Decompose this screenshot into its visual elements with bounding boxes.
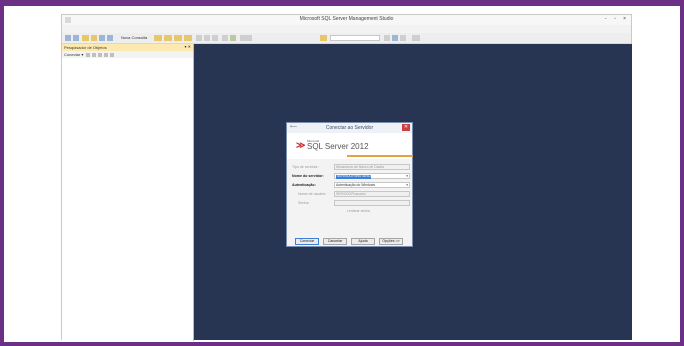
server-name-value: SERVIDOR\INSTANCIA [337, 174, 374, 178]
connect-to-server-dialog: ⟵ Conectar ao Servidor ✕ ≫ Microsoft SQL… [286, 122, 413, 247]
close-icon[interactable]: ✕ [402, 124, 410, 131]
server-type-label: Tipo de servidor: [292, 165, 319, 169]
authentication-select[interactable]: Autenticação do Windows ▾ [334, 182, 410, 188]
authentication-row: Autenticação: Autenticação do Windows ▾ [292, 182, 410, 189]
stop-icon[interactable] [98, 53, 102, 57]
disconnect-icon[interactable] [92, 53, 96, 57]
title-bar: Microsoft SQL Server Management Studio -… [62, 15, 631, 25]
remember-password-checkbox: Lembrar senha [347, 209, 370, 213]
server-type-value: Mecanismo de Banco de Dados [336, 165, 385, 169]
options-button[interactable]: Opções >> [379, 238, 403, 245]
search-input[interactable] [330, 35, 380, 41]
refresh-icon[interactable] [110, 53, 114, 57]
redo-icon[interactable] [230, 35, 236, 41]
server-name-selection: SERVIDOR\INSTANCIA [336, 174, 374, 179]
query-icon-3[interactable] [174, 35, 182, 41]
server-name-combobox[interactable]: SERVIDOR\INSTANCIA ▾ [334, 173, 410, 179]
cancel-button[interactable]: Cancelar [323, 238, 347, 245]
find-icon[interactable] [320, 35, 327, 41]
object-explorer-header: Pesquisador de Objetos ▾ ✕ [62, 44, 193, 51]
connect-dropdown[interactable]: Conectar ▾ [64, 52, 83, 57]
chevron-down-icon[interactable]: ▾ [406, 183, 408, 187]
remember-row: Lembrar senha [292, 209, 410, 216]
username-value: SERVIDOR\usuario [336, 192, 366, 196]
zoom-dropdown[interactable] [240, 35, 252, 41]
connect-button[interactable]: Conectar [295, 238, 319, 245]
save-icon[interactable] [99, 35, 105, 41]
save-all-icon[interactable] [107, 35, 113, 41]
copy-icon[interactable] [204, 35, 210, 41]
server-name-row: Nome do servidor: SERVIDOR\INSTANCIA ▾ [292, 173, 410, 180]
solution-icon[interactable] [392, 35, 398, 41]
panel-pin-icon[interactable]: ▾ ✕ [185, 44, 191, 49]
menu-bar: Arquivo Editar Exibir Ferramentas Janela… [62, 25, 631, 40]
options-icon[interactable] [412, 35, 420, 41]
dialog-buttons: Conectar Cancelar Ajuda Opções >> [291, 238, 411, 246]
brand-sql-server: SQL Server 2012 [307, 142, 369, 151]
query-icon-2[interactable] [164, 35, 172, 41]
dialog-title: Conectar ao Servidor [325, 125, 374, 131]
toolbar: Nova Consulta [62, 33, 631, 44]
username-field: SERVIDOR\usuario [334, 191, 410, 197]
help-button[interactable]: Ajuda [351, 238, 375, 245]
workspace-area [194, 44, 632, 340]
object-explorer-toolbar: Conectar ▾ [62, 51, 193, 58]
filter-icon[interactable] [104, 53, 108, 57]
password-field [334, 200, 410, 206]
authentication-value: Autenticação do Windows [336, 183, 376, 187]
forward-icon[interactable] [73, 35, 79, 41]
chevron-down-icon[interactable]: ▾ [406, 174, 408, 178]
authentication-label: Autenticação: [292, 183, 316, 187]
server-type-select: Mecanismo de Banco de Dados [334, 164, 410, 170]
server-name-label: Nome do servidor: [292, 174, 324, 178]
properties-icon[interactable] [384, 35, 390, 41]
username-label: Nome de usuário: [298, 192, 327, 196]
back-icon[interactable] [65, 35, 71, 41]
object-explorer-title: Pesquisador de Objetos [64, 45, 107, 50]
username-row: Nome de usuário: SERVIDOR\usuario [292, 191, 410, 198]
banner-swoosh [347, 155, 413, 157]
cut-icon[interactable] [196, 35, 202, 41]
query-icon-1[interactable] [154, 35, 162, 41]
query-icon-4[interactable] [184, 35, 192, 41]
window-controls[interactable]: - ▫ × [605, 16, 629, 22]
password-label: Senha: [298, 201, 310, 205]
toolbox-icon[interactable] [400, 35, 406, 41]
window-title: Microsoft SQL Server Management Studio [299, 16, 394, 22]
open-file-icon[interactable] [91, 35, 97, 41]
undo-icon[interactable] [222, 35, 228, 41]
ssms-window: Microsoft SQL Server Management Studio -… [61, 14, 632, 341]
server-type-row: Tipo de servidor: Mecanismo de Banco de … [292, 164, 410, 171]
dialog-title-bar: ⟵ Conectar ao Servidor ✕ [287, 123, 412, 133]
paste-icon[interactable] [212, 35, 218, 41]
sql-server-logo-icon: ≫ [296, 140, 306, 150]
connect-icon[interactable] [86, 53, 90, 57]
password-row: Senha: [292, 200, 410, 207]
sql-server-banner: ≫ Microsoft SQL Server 2012 [287, 133, 413, 159]
new-query-button[interactable]: Nova Consulta [121, 35, 147, 40]
object-explorer-panel: Pesquisador de Objetos ▾ ✕ Conectar ▾ [62, 44, 194, 341]
new-project-icon[interactable] [82, 35, 89, 41]
